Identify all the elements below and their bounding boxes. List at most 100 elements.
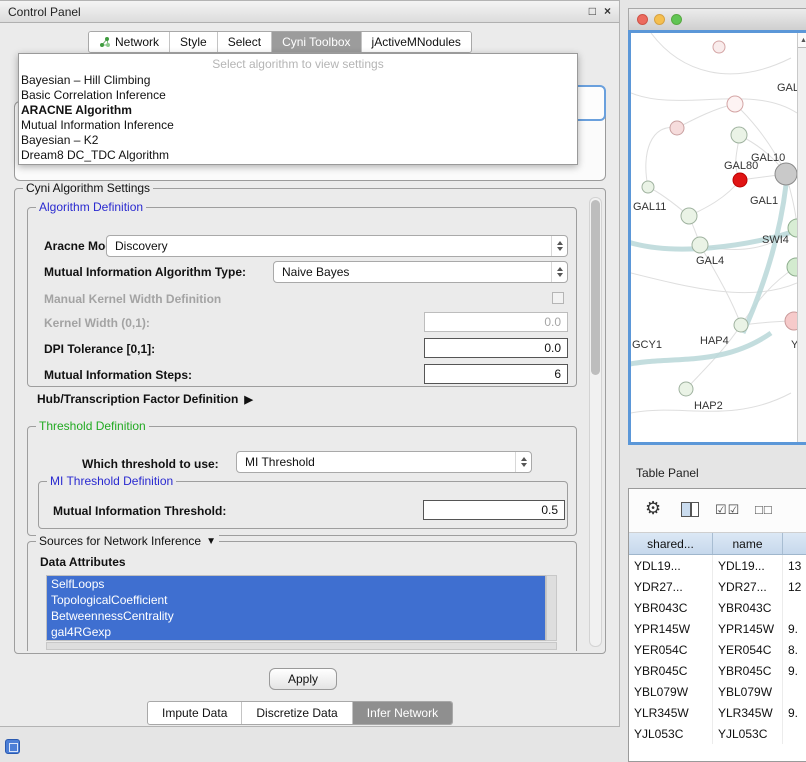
list-vertical-scrollbar[interactable] <box>546 575 557 641</box>
column-header-shared-name[interactable]: shared... <box>629 533 713 554</box>
tab-select[interactable]: Select <box>218 32 272 52</box>
table-row[interactable]: YJL053C YJL053C <box>629 723 806 744</box>
mi-type-combo[interactable]: Naive Bayes <box>273 261 568 283</box>
cell[interactable]: YPR145W <box>713 618 783 639</box>
zoom-window-icon[interactable] <box>671 14 682 25</box>
hub-definition-toggle[interactable]: Hub/Transcription Factor Definition ▶ <box>37 392 253 406</box>
node-label[interactable]: GAL4 <box>696 255 724 267</box>
cell[interactable]: YBR043C <box>713 597 783 618</box>
table-row[interactable]: YBR045C YBR045C 9. <box>629 660 806 681</box>
cell[interactable]: YPR145W <box>629 618 713 639</box>
threshold-definition-title: Threshold Definition <box>36 419 149 433</box>
network-view-window: GAL... GAL80 GAL10 GAL11 GAL1 SWI4 GAL4 … <box>628 8 806 445</box>
cytopanel-corner-icon[interactable] <box>5 739 20 754</box>
settings-scrollbar[interactable] <box>589 197 602 647</box>
mi-threshold-field[interactable]: 0.5 <box>423 500 565 520</box>
column-header-partial[interactable] <box>783 533 806 554</box>
float-panel-icon[interactable]: □ <box>589 4 596 18</box>
cell[interactable]: 12 <box>783 576 806 597</box>
cell[interactable]: YBR043C <box>629 597 713 618</box>
close-window-icon[interactable] <box>637 14 648 25</box>
cell[interactable]: 9. <box>783 702 806 723</box>
node-label[interactable]: HAP2 <box>694 400 723 412</box>
dropdown-option[interactable]: Bayesian – Hill Climbing <box>19 73 577 88</box>
node-label[interactable]: SWI4 <box>762 234 789 246</box>
table-row[interactable]: YER054C YER054C 8. <box>629 639 806 660</box>
cell[interactable]: YJL053C <box>713 723 783 744</box>
manual-kernel-label: Manual Kernel Width Definition <box>44 292 221 306</box>
column-header-name[interactable]: name <box>713 533 783 554</box>
cell[interactable]: YDL19... <box>713 555 783 576</box>
cell[interactable]: YJL053C <box>629 723 713 744</box>
dropdown-option[interactable]: Bayesian – K2 <box>19 133 577 148</box>
network-window-titlebar[interactable] <box>628 8 806 30</box>
table-row[interactable]: YBR043C YBR043C <box>629 597 806 618</box>
table-row[interactable]: YBL079W YBL079W <box>629 681 806 702</box>
tab-style[interactable]: Style <box>170 32 218 52</box>
select-all-icon[interactable]: ☑☑ <box>715 502 740 517</box>
cell[interactable]: YDR27... <box>713 576 783 597</box>
panel-tabbar: Network Style Select Cyni Toolbox jActiv… <box>88 31 472 53</box>
cell[interactable]: YLR345W <box>629 702 713 723</box>
sources-toggle[interactable]: Sources for Network Inference ▼ <box>36 534 219 548</box>
cell[interactable]: 8. <box>783 639 806 660</box>
aracne-mode-combo[interactable]: Discovery <box>106 235 568 257</box>
minimize-window-icon[interactable] <box>654 14 665 25</box>
tab-infer-network[interactable]: Infer Network <box>353 702 452 724</box>
list-item[interactable]: TopologicalCoefficient <box>47 592 545 608</box>
cell[interactable]: 9. <box>783 618 806 639</box>
select-none-icon[interactable]: □□ <box>755 502 773 517</box>
cell[interactable]: YLR345W <box>713 702 783 723</box>
tab-cyni-toolbox[interactable]: Cyni Toolbox <box>272 32 361 52</box>
list-item[interactable]: SelfLoops <box>47 576 545 592</box>
cell[interactable] <box>783 597 806 618</box>
table-row[interactable]: YDL19... YDL19... 13 <box>629 555 806 576</box>
table-columns-icon[interactable] <box>681 502 699 517</box>
settings-scrollbar-thumb[interactable] <box>591 200 600 375</box>
tab-discretize-data[interactable]: Discretize Data <box>242 702 352 724</box>
threshold-definition-group: Threshold Definition Which threshold to … <box>27 426 577 536</box>
dropdown-option[interactable]: Basic Correlation Inference <box>19 88 577 103</box>
node-label[interactable]: GAL11 <box>633 201 666 213</box>
cell[interactable]: YBR045C <box>713 660 783 681</box>
apply-button[interactable]: Apply <box>269 668 337 690</box>
manual-kernel-checkbox[interactable] <box>552 292 564 304</box>
gear-icon[interactable]: ⚙ <box>645 498 661 518</box>
node-label[interactable]: GCY1 <box>632 339 662 351</box>
network-vertical-scrollbar[interactable]: ▲ <box>797 33 806 442</box>
table-row[interactable]: YLR345W YLR345W 9. <box>629 702 806 723</box>
cell[interactable]: YDR27... <box>629 576 713 597</box>
settings-group-title: Cyni Algorithm Settings <box>23 181 153 195</box>
close-panel-icon[interactable]: × <box>604 4 611 18</box>
cell[interactable]: YDL19... <box>629 555 713 576</box>
cell[interactable] <box>783 681 806 702</box>
which-threshold-combo[interactable]: MI Threshold <box>236 451 532 473</box>
node-label[interactable]: GAL10 <box>751 152 785 164</box>
tab-jactivemnodules[interactable]: jActiveMNodules <box>362 32 471 52</box>
mi-steps-field[interactable]: 6 <box>424 364 568 384</box>
cell[interactable]: YBR045C <box>629 660 713 681</box>
cell[interactable]: 9. <box>783 660 806 681</box>
tab-impute-data[interactable]: Impute Data <box>148 702 242 724</box>
dropdown-option[interactable]: Mutual Information Inference <box>19 118 577 133</box>
dpi-tolerance-field[interactable]: 0.0 <box>424 338 568 358</box>
cell[interactable]: 13 <box>783 555 806 576</box>
table-row[interactable]: YPR145W YPR145W 9. <box>629 618 806 639</box>
dropdown-option[interactable]: Dream8 DC_TDC Algorithm <box>19 148 577 163</box>
dropdown-option-selected[interactable]: ARACNE Algorithm <box>19 103 577 118</box>
table-row[interactable]: YDR27... YDR27... 12 <box>629 576 806 597</box>
node-label[interactable]: GAL1 <box>750 195 778 207</box>
scroll-up-icon[interactable]: ▲ <box>798 33 806 48</box>
list-item[interactable]: gal4RGexp <box>47 624 545 640</box>
cell[interactable]: YER054C <box>629 639 713 660</box>
cell[interactable]: YER054C <box>713 639 783 660</box>
cell[interactable]: YBL079W <box>629 681 713 702</box>
cell[interactable]: YBL079W <box>713 681 783 702</box>
kernel-width-field[interactable]: 0.0 <box>424 312 568 332</box>
list-horizontal-scrollbar[interactable] <box>46 642 557 650</box>
list-item[interactable]: BetweennessCentrality <box>47 608 545 624</box>
cell[interactable] <box>783 723 806 744</box>
tab-network[interactable]: Network <box>89 32 170 52</box>
node-label[interactable]: HAP4 <box>700 335 729 347</box>
mi-steps-value: 6 <box>554 367 561 381</box>
